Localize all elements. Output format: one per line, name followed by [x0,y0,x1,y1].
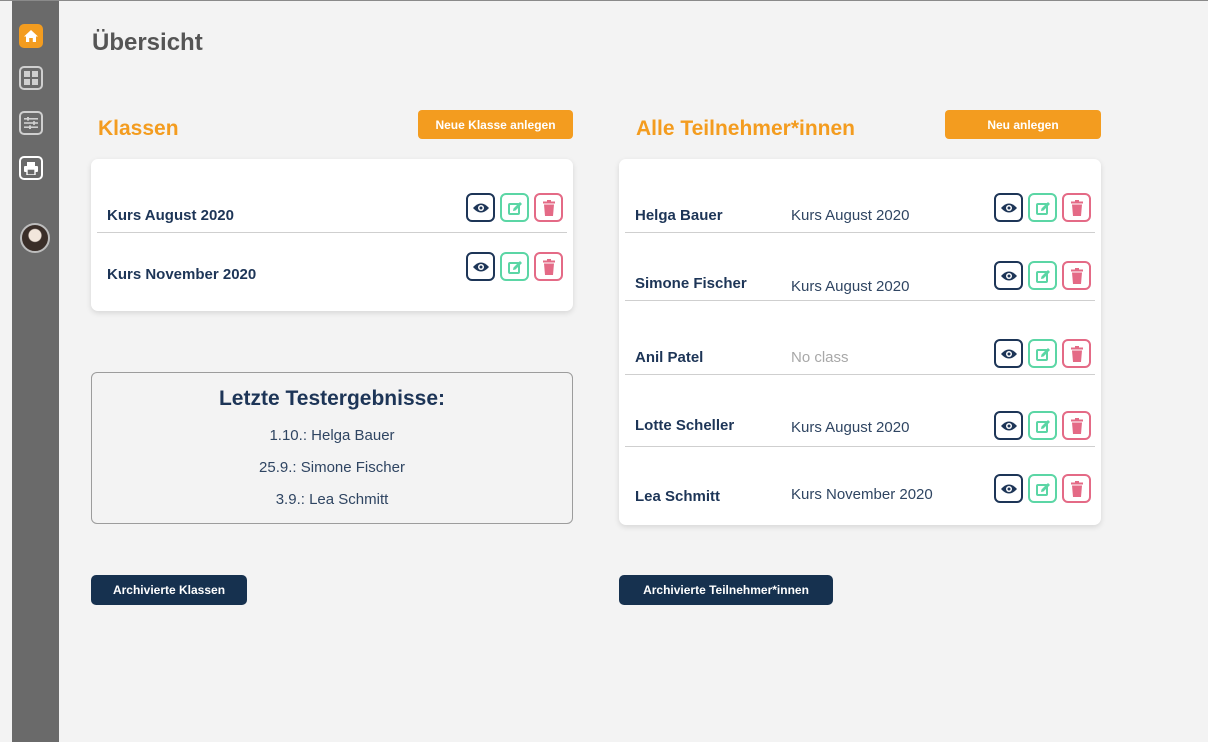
classes-title: Klassen [98,117,179,140]
edit-icon [1035,269,1050,283]
edit-button[interactable] [500,252,529,281]
classes-card: Kurs August 2020 Kurs November 2020 [91,159,573,311]
recent-results-box: Letzte Testergebnisse: 1.10.: Helga Baue… [91,372,573,524]
eye-icon [1000,421,1017,430]
view-button[interactable] [466,252,495,281]
trash-icon [1070,267,1083,284]
participant-course: Kurs August 2020 [791,419,910,436]
class-row[interactable]: Kurs November 2020 [97,233,567,301]
sidebar-item-settings[interactable] [19,111,43,135]
trash-icon [1070,199,1083,216]
delete-button[interactable] [1062,411,1091,440]
participant-row[interactable]: Simone Fischer Kurs August 2020 [625,233,1095,301]
participant-actions [994,474,1091,503]
view-button[interactable] [994,339,1023,368]
edit-icon [1035,201,1050,215]
sidebar [12,1,59,742]
page-title: Übersicht [92,29,203,56]
eye-icon [1000,271,1017,280]
home-icon [24,30,38,42]
new-participant-button[interactable]: Neu anlegen [945,110,1101,139]
eye-icon [1000,203,1017,212]
edit-button[interactable] [1028,474,1057,503]
view-button[interactable] [994,474,1023,503]
trash-icon [1070,480,1083,497]
eye-icon [1000,484,1017,493]
result-entry: 3.9.: Lea Schmitt [275,491,389,508]
settings-sliders-icon [24,117,38,129]
edit-icon [1035,419,1050,433]
eye-icon [472,203,489,212]
participants-title: Alle Teilnehmer*innen [636,117,855,140]
participant-course: Kurs November 2020 [791,486,933,503]
sidebar-item-print[interactable] [19,156,43,180]
new-class-button[interactable]: Neue Klasse anlegen [418,110,573,139]
edit-icon [507,260,522,274]
participant-actions [994,261,1091,290]
participant-name: Simone Fischer [635,275,747,292]
edit-button[interactable] [1028,339,1057,368]
view-button[interactable] [994,261,1023,290]
delete-button[interactable] [1062,261,1091,290]
view-button[interactable] [994,193,1023,222]
class-actions [466,252,563,281]
edit-button[interactable] [1028,411,1057,440]
class-name: Kurs November 2020 [107,266,257,283]
sidebar-item-dashboard[interactable] [19,66,43,90]
result-entry: 25.9.: Simone Fischer [259,459,405,476]
participant-row[interactable]: Helga Bauer Kurs August 2020 [625,159,1095,233]
dashboard-grid-icon [24,71,38,85]
eye-icon [1000,349,1017,358]
delete-button[interactable] [1062,339,1091,368]
edit-icon [1035,347,1050,361]
user-avatar[interactable] [20,223,50,253]
trash-icon [542,199,555,216]
class-actions [466,193,563,222]
class-row[interactable]: Kurs August 2020 [97,159,567,233]
participant-course: Kurs August 2020 [791,207,910,224]
participants-card: Helga Bauer Kurs August 2020 Simone Fisc… [619,159,1101,525]
delete-button[interactable] [534,193,563,222]
view-button[interactable] [466,193,495,222]
edit-icon [1035,482,1050,496]
edit-button[interactable] [1028,193,1057,222]
participant-name: Anil Patel [635,349,704,366]
edit-icon [507,201,522,215]
edit-button[interactable] [500,193,529,222]
participant-course: Kurs August 2020 [791,278,910,295]
participant-course: No class [791,349,849,366]
result-entry: 1.10.: Helga Bauer [269,427,395,444]
class-name: Kurs August 2020 [107,207,234,224]
participant-actions [994,411,1091,440]
results-title: Letzte Testergebnisse: [218,387,445,410]
edit-button[interactable] [1028,261,1057,290]
participant-row[interactable]: Anil Patel No class [625,301,1095,375]
participant-actions [994,193,1091,222]
participant-row[interactable]: Lea Schmitt Kurs November 2020 [625,447,1095,517]
archived-participants-button[interactable]: Archivierte Teilnehmer*innen [619,575,833,605]
participant-actions [994,339,1091,368]
participant-name: Lotte Scheller [635,417,735,434]
printer-icon [24,161,38,175]
trash-icon [542,258,555,275]
delete-button[interactable] [1062,193,1091,222]
left-edge [0,1,12,742]
eye-icon [472,262,489,271]
sidebar-item-home[interactable] [19,24,43,48]
participant-row[interactable]: Lotte Scheller Kurs August 2020 [625,375,1095,447]
trash-icon [1070,417,1083,434]
delete-button[interactable] [1062,474,1091,503]
participant-name: Lea Schmitt [635,488,721,505]
view-button[interactable] [994,411,1023,440]
archived-classes-button[interactable]: Archivierte Klassen [91,575,247,605]
participant-name: Helga Bauer [635,207,723,224]
trash-icon [1070,345,1083,362]
delete-button[interactable] [534,252,563,281]
